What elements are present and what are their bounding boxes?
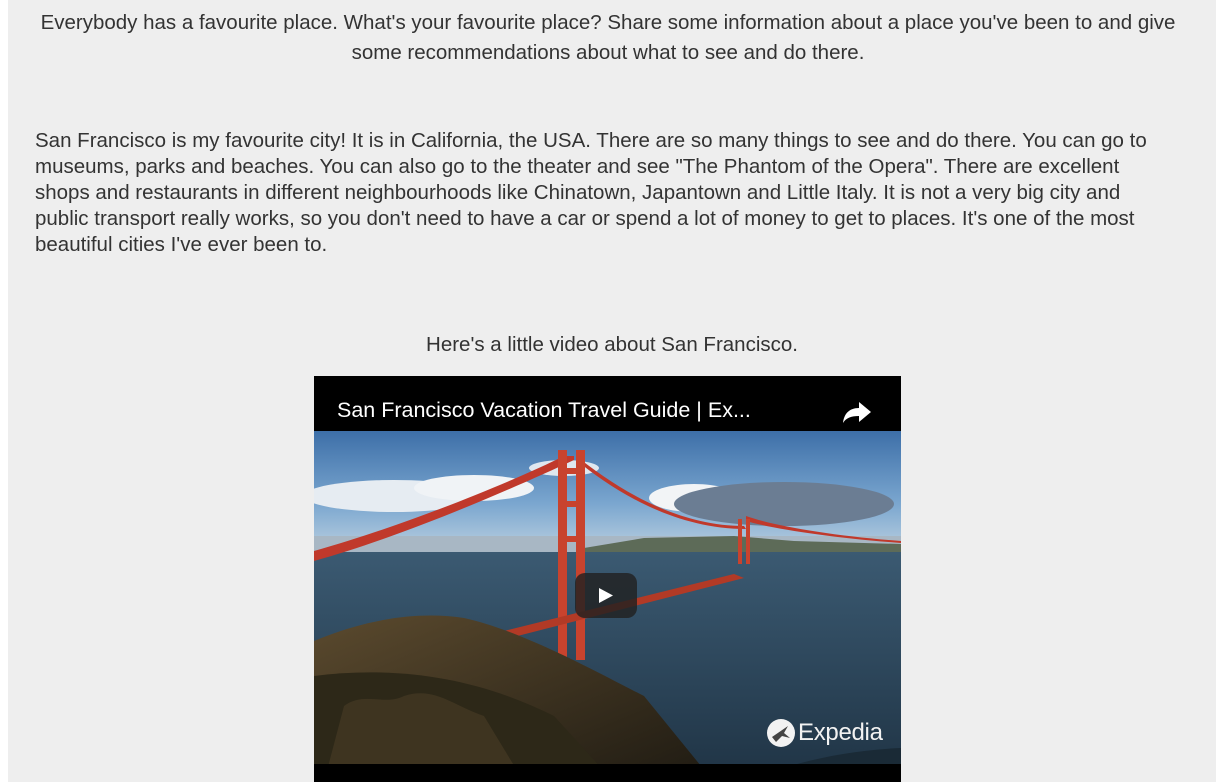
- share-arrow-icon[interactable]: [842, 400, 872, 424]
- expedia-logo-icon: [767, 719, 795, 747]
- video-bottom-bar: [314, 764, 901, 782]
- video-caption: Here's a little video about San Francisc…: [426, 333, 798, 356]
- video-title-link[interactable]: San Francisco Vacation Travel Guide | Ex…: [337, 398, 837, 423]
- intro-prompt: Everybody has a favourite place. What's …: [40, 11, 1176, 64]
- video-title-bar: San Francisco Vacation Travel Guide | Ex…: [314, 376, 901, 431]
- play-icon: [599, 588, 613, 603]
- play-button[interactable]: [575, 573, 637, 618]
- page-content: Everybody has a favourite place. What's …: [8, 0, 1216, 782]
- expedia-watermark: Expedia: [766, 718, 883, 748]
- video-player[interactable]: San Francisco Vacation Travel Guide | Ex…: [314, 376, 901, 782]
- story-paragraph: San Francisco is my favourite city! It i…: [35, 129, 1147, 256]
- watermark-text: Expedia: [798, 719, 883, 746]
